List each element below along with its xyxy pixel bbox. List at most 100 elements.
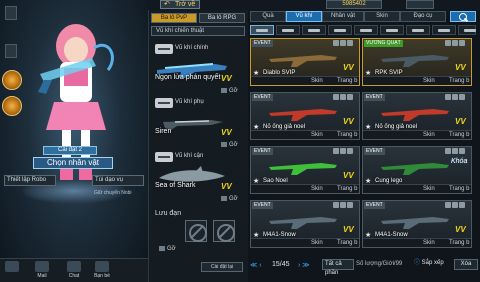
locked-label: Khóa [451,158,468,165]
skin-button[interactable]: Skin [423,239,435,247]
back-button[interactable]: ↶ Trở về [160,0,200,9]
primary-weapon-slot[interactable]: Vũ khí chính Ngọn lửa phán quyết VV Gỡ [151,44,247,96]
card-tag: EVENT [252,148,273,155]
settings-2-button[interactable]: Cài đặt 2 [43,146,97,155]
attribute-icons [444,202,468,209]
tactical-weapon-tab[interactable]: Vũ khí chiến thuật [151,26,245,36]
card-footer: Skin Trang b [363,76,471,85]
card-tag: EVENT [364,202,385,209]
weapon-card[interactable]: EVENT ★ Diablo SVIP VV Skin Trang b [250,38,360,86]
attribute-icons [332,94,356,101]
skin-button[interactable]: Skin [311,131,323,139]
secondary-currency [406,0,434,9]
tab-gift[interactable]: Quà [250,11,286,22]
category-dropdown[interactable]: Tất cả phần [322,259,354,276]
vv-badge: VV [343,225,354,234]
clear-button[interactable]: Xóa [454,259,478,270]
bottom-chat-button[interactable]: Chat [66,261,82,281]
tab-rpg-backpack[interactable]: Ba lô RPG [199,13,245,23]
tab-pvp-backpack[interactable]: Ba lô PvP [151,13,197,23]
attribute-icons [444,148,468,155]
weapon-image [269,109,337,121]
choose-character-button[interactable]: Chọn nhân vật [33,157,113,169]
bottom-mail-button[interactable]: Mail [34,261,50,281]
filter-all-icon[interactable] [250,25,274,35]
card-footer: Skin Trang b [251,238,359,247]
filter-rifle-icon[interactable] [276,25,300,35]
vv-badge: VV [343,171,354,180]
equip-button[interactable]: Trang b [449,185,469,193]
animation-label: Giữ chuyển Nobi [94,190,132,196]
skin-button[interactable]: Skin [311,185,323,193]
weapon-card[interactable]: EVENT ★ M4A1-Snow VV Skin Trang b [362,200,472,248]
store-panel: Quà Vũ khí Nhân vật Skin Đạo cụ EVENT ★ Di… [248,10,480,282]
skin-button[interactable]: Skin [311,77,323,85]
bottom-friends-button[interactable]: Bạn bè [94,261,110,281]
weapon-card[interactable]: EVENT ★ Sao Noel VV Skin Trang b [250,146,360,194]
weapon-card[interactable]: EVENT ★ M4A1-Snow VV Skin Trang b [250,200,360,248]
next-page-icon[interactable]: › ≫ [298,261,310,269]
filter-smg-icon[interactable] [302,25,326,35]
search-button[interactable] [450,11,476,22]
prev-page-icon[interactable]: ≪ ‹ [250,261,262,269]
skin-button[interactable]: Skin [311,239,323,247]
filter-sniper-icon[interactable] [328,25,352,35]
back-arrow-icon: ↶ [164,1,170,8]
card-footer: Skin Trang b [251,184,359,193]
filter-heavy-icon[interactable] [380,25,404,35]
attribute-icons [332,40,356,47]
gear-icon [5,261,19,272]
tab-weapons[interactable]: Vũ khí [286,11,322,22]
left-tab-1[interactable] [5,6,17,20]
weapon-image [269,55,337,67]
weapon-card[interactable]: EVENT ★ Nỏ ống giả noel VV Skin Trang b [362,92,472,140]
weapon-card[interactable]: EVENT ★ Nỏ ống giả noel VV Skin Trang b [250,92,360,140]
weapon-card[interactable]: VƯƠNG QUẠT ★ RPK SVIP VV Skin Trang b [362,38,472,86]
skin-button[interactable]: Skin [423,185,435,193]
grenade-slot[interactable]: Lưu đạn Gỡ [151,210,247,262]
tab-characters[interactable]: Nhân vật [322,11,364,22]
sort-button[interactable]: ⓘ Sắp xếp [414,259,454,270]
tab-skin[interactable]: Skin [364,11,400,22]
skin-button[interactable]: Skin [423,77,435,85]
unequip-primary-button[interactable]: Gỡ [221,88,238,94]
friends-icon [95,261,109,272]
card-footer: Skin Trang b [363,184,471,193]
attribute-icons [444,40,468,47]
unequip-grenade-button[interactable]: Gỡ [159,246,176,252]
filter-shotgun-icon[interactable] [354,25,378,35]
unequip-secondary-button[interactable]: Gỡ [221,142,238,148]
equip-button[interactable]: Trang b [337,239,357,247]
attribute-icons [332,202,356,209]
mount-button[interactable]: Tùi dạo vụ [92,175,144,186]
weapon-image [381,163,449,175]
character-preview-panel: Cài đặt 2 Chọn nhân vật Thiết lập Robo T… [0,0,148,282]
card-tag: EVENT [252,94,273,101]
skin-button[interactable]: Skin [423,131,435,139]
left-tab-2[interactable] [5,44,17,58]
filter-pistol-icon[interactable] [406,25,430,35]
bottom-toolbar: Mail Chat Bạn bè [0,258,148,282]
equip-button[interactable]: Trang b [449,77,469,85]
chat-icon [67,261,81,272]
filter-melee-icon[interactable] [432,25,456,35]
equip-button[interactable]: Trang b [337,185,357,193]
equip-button[interactable]: Trang b [337,131,357,139]
equip-button[interactable]: Trang b [337,77,357,85]
weapon-card[interactable]: EVENT Khóa ★ Cung lego Skin Trang b [362,146,472,194]
medal-badge-icon[interactable] [2,96,22,116]
equip-button[interactable]: Trang b [449,239,469,247]
rank-badge-icon[interactable] [2,70,22,90]
melee-weapon-slot[interactable]: Vũ khí cận Sea of Shark VV Gỡ [151,152,247,204]
card-tag: EVENT [364,94,385,101]
reset-loadout-button[interactable]: Cài đặt lại [201,262,243,272]
character-setup-button[interactable]: Thiết lập Robo [4,175,56,186]
equip-button[interactable]: Trang b [449,131,469,139]
tab-items[interactable]: Đạo cụ [400,11,446,22]
unequip-melee-button[interactable]: Gỡ [221,196,238,202]
settings-filter-icon[interactable] [458,25,476,35]
page-indicator: 15/45 [272,261,290,268]
secondary-weapon-slot[interactable]: Vũ khí phụ Siren VV Gỡ [151,98,247,150]
bottom-gear-button[interactable] [4,261,20,281]
primary-weapon-category-icon [155,44,173,54]
